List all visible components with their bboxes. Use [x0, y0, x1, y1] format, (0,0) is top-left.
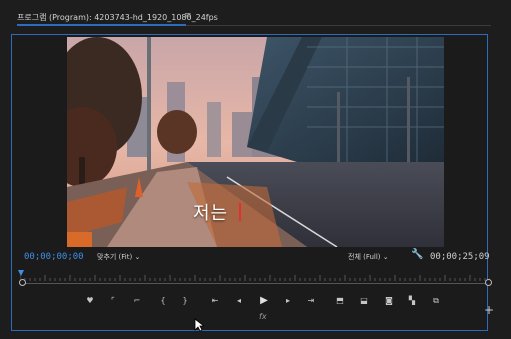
go-to-in-button[interactable]: ⇤ — [209, 295, 221, 307]
text-cursor — [239, 203, 241, 221]
wrench-icon[interactable]: 🔧 — [411, 249, 423, 260]
subtitle-text[interactable]: 저는 — [193, 199, 228, 225]
mouse-pointer-icon — [194, 318, 204, 332]
chevron-down-icon: ⌄ — [134, 253, 141, 261]
clear-out-button[interactable]: } — [179, 295, 191, 307]
hamburger-icon[interactable]: ≡ — [184, 11, 192, 21]
proxy-toggle-button[interactable]: ⧉ — [430, 295, 442, 307]
playhead-marker[interactable] — [18, 270, 24, 276]
extract-button[interactable]: ⬓ — [358, 295, 370, 307]
comparison-view-button[interactable]: ▚ — [406, 295, 418, 307]
active-tab-indicator — [17, 24, 186, 26]
time-ruler[interactable] — [20, 272, 490, 282]
transport-controls: ♥ ⌜ ⌐ {} ⇤ ◂ ▶ ▸ ⇥ ⬒ ⬓ ◙ ▚ ⧉ — [0, 295, 511, 307]
mark-out-button[interactable]: ⌐ — [131, 295, 143, 307]
step-back-button[interactable]: ◂ — [233, 295, 245, 307]
timeline-track[interactable] — [22, 283, 490, 284]
clear-in-button[interactable]: { — [157, 295, 169, 307]
lift-button[interactable]: ⬒ — [334, 295, 346, 307]
resolution-label: 전체 (Full) — [348, 253, 381, 261]
add-marker-button[interactable]: ♥ — [84, 295, 96, 307]
fx-label: fx — [259, 312, 267, 321]
zoom-level-select[interactable]: 맞추기 (Fit) ⌄ — [97, 252, 140, 262]
out-handle[interactable] — [485, 279, 492, 286]
chevron-down-icon: ⌄ — [382, 253, 389, 261]
playback-resolution-select[interactable]: 전체 (Full) ⌄ — [348, 252, 389, 262]
step-forward-button[interactable]: ▸ — [282, 295, 294, 307]
mark-in-button[interactable]: ⌜ — [107, 295, 119, 307]
in-handle[interactable] — [19, 279, 26, 286]
go-to-out-button[interactable]: ⇥ — [305, 295, 317, 307]
export-frame-button[interactable]: ◙ — [383, 295, 395, 307]
zoom-level-label: 맞추기 (Fit) — [97, 253, 133, 261]
video-preview[interactable] — [67, 37, 444, 247]
button-editor-plus-icon[interactable]: + — [484, 303, 494, 317]
panel-tab-bar: 프로그램 (Program): 4203743-hd_1920_1080_24f… — [0, 8, 511, 28]
duration-timecode: 00;00;25;09 — [430, 252, 490, 262]
current-timecode[interactable]: 00;00;00;00 — [24, 252, 84, 262]
play-button[interactable]: ▶ — [258, 295, 270, 307]
